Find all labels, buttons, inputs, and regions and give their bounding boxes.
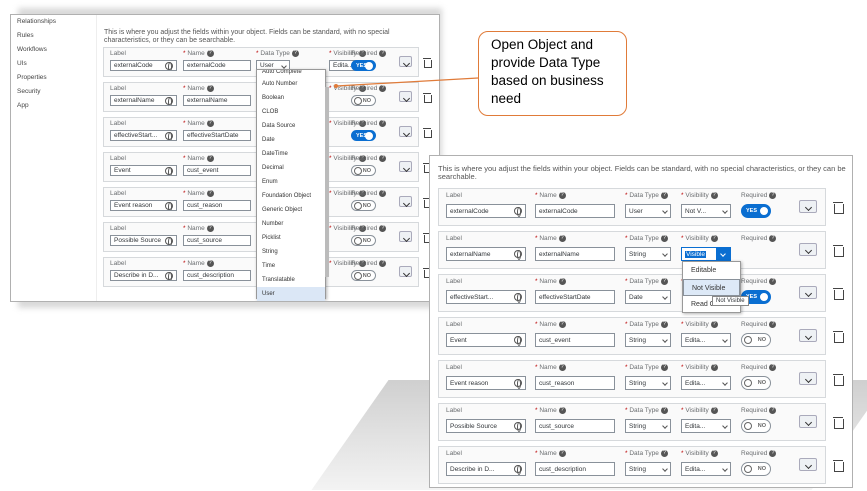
callout-note: Open Object and provide Data Type based … (478, 31, 627, 116)
callout-arrow (334, 77, 479, 88)
